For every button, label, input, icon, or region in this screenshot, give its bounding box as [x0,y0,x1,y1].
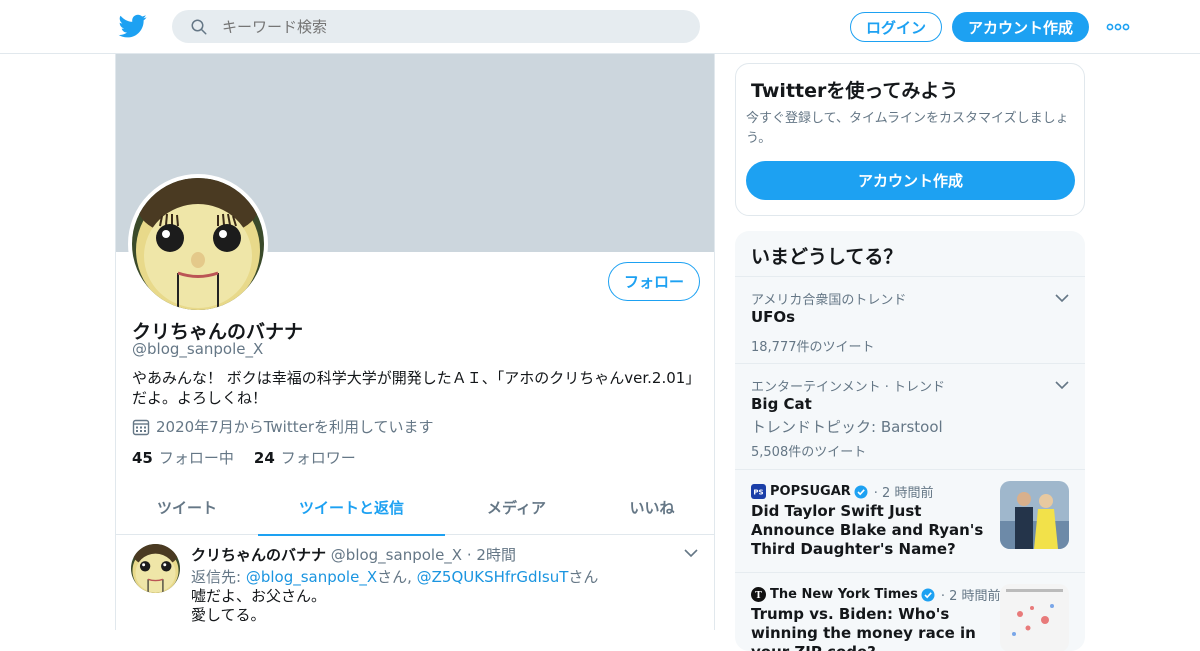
popsugar-logo-icon: PS [751,484,766,499]
following-label: フォロー中 [158,449,234,467]
trend-context: アメリカ合衆国のトレンド [751,293,907,308]
tweet-author-handle[interactable]: @blog_sanpole_X [331,546,462,564]
calendar-icon [132,419,150,435]
more-options-icon[interactable] [1106,22,1130,32]
tab-media[interactable]: メディア [445,479,588,535]
joined-text: 2020年7月からTwitterを利用しています [156,418,434,436]
news-item[interactable]: PS POPSUGAR · 2 時間前 Did Taylor Swift Jus… [735,469,1085,572]
trend-name: UFOs [751,308,796,326]
tweet-text: 嘘だよ、お父さん。 愛してる。 [191,587,327,624]
reply-context: 返信先: @blog_sanpole_Xさん, @Z5QUKSHfrGdIsuT… [191,566,598,587]
news-time: · 2 時間前 [940,589,1001,604]
tab-tweets-replies[interactable]: ツイートと返信 [258,479,445,536]
news-source-name: The New York Times [770,587,918,602]
news-source: PS POPSUGAR · 2 時間前 [751,482,933,501]
search-input[interactable] [222,10,682,43]
bio-line: だよ。よろしくね！ [132,389,268,407]
chevron-down-icon[interactable] [684,548,698,558]
chevron-down-icon[interactable] [1055,380,1069,390]
reply-suffix: さん, [377,568,417,586]
followers-count: 24 [253,449,275,467]
avatar-image [132,178,264,310]
reply-mention-link[interactable]: @Z5QUKSHfrGdIsuT [417,568,569,586]
profile-avatar[interactable] [128,174,268,314]
trends-title: いまどうしてる？ [751,246,903,268]
trends-card: いまどうしてる？ アメリカ合衆国のトレンド UFOs 18,777件のツイート … [735,231,1085,651]
news-image [1000,481,1069,549]
search-icon [191,19,207,35]
news-headline: Did Taylor Swift Just Announce Blake and… [751,502,984,558]
news-time: · 2 時間前 [873,486,934,501]
profile-tabs: ツイート ツイートと返信 メディア いいね [116,479,714,536]
news-item[interactable]: T The New York Times · 2 時間前 Trump vs. B… [735,572,1085,651]
profile-column: フォロー クリちゃんのバナナ @blog_sanpole_X やあみんな！ ボク… [115,54,715,630]
verified-badge-icon [854,485,868,498]
twitter-logo-icon[interactable] [118,12,148,40]
follow-button[interactable]: フォロー [608,262,700,301]
avatar-image [131,544,180,593]
bio-line: やあみんな！ ボクは幸福の科学大学が開発したＡＩ、「アホのクリちゃんver.2.… [132,369,701,387]
signup-card-button[interactable]: アカウント作成 [746,161,1075,200]
trend-item[interactable]: アメリカ合衆国のトレンド UFOs 18,777件のツイート [735,276,1085,363]
tweet-item[interactable]: クリちゃんのバナナ @blog_sanpole_X · 2時間 返信先: @bl… [116,536,714,630]
joined-date: 2020年7月からTwitterを利用しています [132,416,434,437]
tweet-author-name[interactable]: クリちゃんのバナナ [191,546,326,564]
profile-bio: やあみんな！ ボクは幸福の科学大学が開発したＡＩ、「アホのクリちゃんver.2.… [132,368,702,408]
login-button[interactable]: ログイン [850,12,942,42]
trend-count: 5,508件のツイート [751,445,867,460]
tweet-time[interactable]: 2時間 [476,546,516,564]
nytimes-logo-icon: T [751,587,766,602]
trend-topic: トレンドトピック: Barstool [751,418,943,436]
signup-card: Twitterを使ってみよう 今すぐ登録して、タイムラインをカスタマイズしましょ… [735,63,1085,216]
follow-stats: 45 フォロー中 24 フォロワー [132,447,356,468]
signup-card-description: 今すぐ登録して、タイムラインをカスタマイズしましょう。 [746,111,1069,146]
signup-button[interactable]: アカウント作成 [952,12,1089,42]
profile-handle: @blog_sanpole_X [132,340,264,358]
trend-item[interactable]: エンターテインメント · トレンド Big Cat トレンドトピック: Bars… [735,363,1085,470]
reply-mention-link[interactable]: @blog_sanpole_X [246,568,377,586]
trend-count: 18,777件のツイート [751,340,875,355]
followers-label: フォロワー [280,449,356,467]
tweet-dot: · [466,546,472,564]
news-thumbnail[interactable] [1000,584,1069,651]
tab-likes[interactable]: いいね [588,479,714,535]
news-image [1000,584,1069,651]
news-source-name: POPSUGAR [770,484,851,499]
following-link[interactable]: 45 フォロー中 [132,447,234,468]
svg-text:PS: PS [753,489,763,497]
search-box[interactable] [172,10,700,43]
news-thumbnail[interactable] [1000,481,1069,549]
tweet-header: クリちゃんのバナナ @blog_sanpole_X · 2時間 [191,544,516,565]
following-count: 45 [132,449,153,467]
tab-tweets[interactable]: ツイート [116,479,258,535]
reply-suffix: さん [568,568,599,586]
tweet-avatar[interactable] [131,544,180,593]
top-bar: ログイン アカウント作成 [0,0,1200,54]
news-headline: Trump vs. Biden: Who's winning the money… [751,605,976,651]
signup-card-title: Twitterを使ってみよう [751,80,959,102]
news-source: T The New York Times · 2 時間前 [751,585,1001,604]
reply-prefix: 返信先: [191,568,246,586]
trend-context: エンターテインメント · トレンド [751,380,946,395]
chevron-down-icon[interactable] [1055,293,1069,303]
followers-link[interactable]: 24 フォロワー [254,447,356,468]
trend-name: Big Cat [751,395,812,413]
svg-text:T: T [755,591,762,601]
verified-badge-icon [921,588,935,601]
